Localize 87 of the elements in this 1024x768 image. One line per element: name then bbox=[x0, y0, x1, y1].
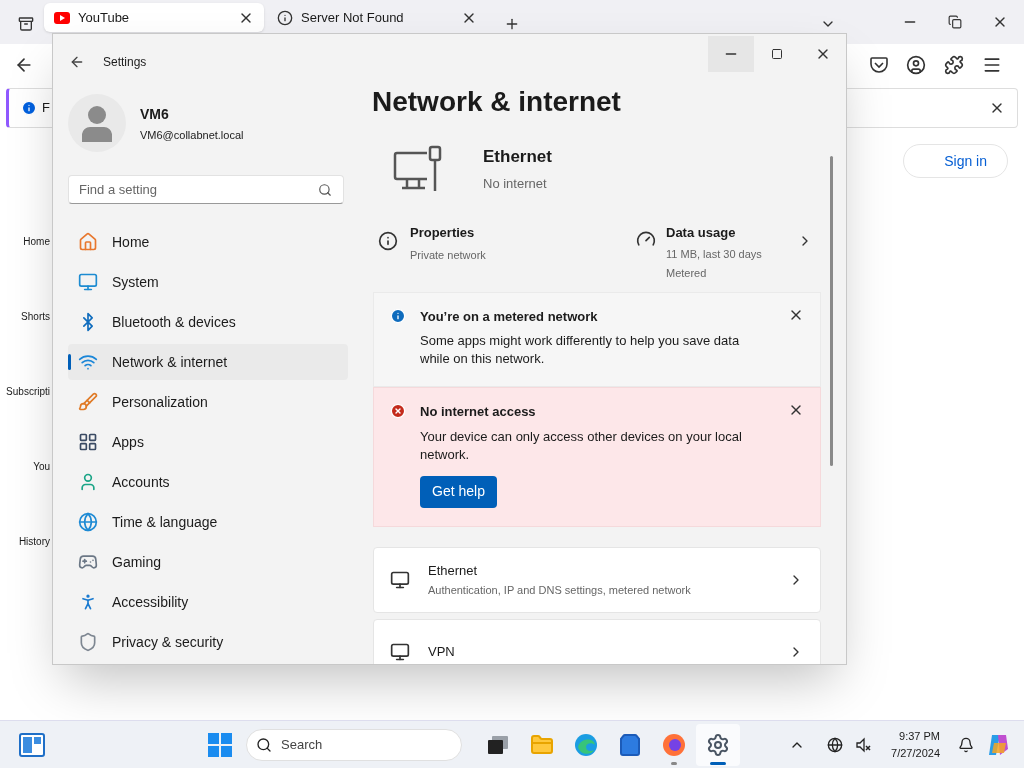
user-email: VM6@collabnet.local bbox=[140, 127, 244, 143]
browser-tab[interactable]: Server Not Found bbox=[267, 3, 487, 32]
settings-search-field[interactable]: Find a setting bbox=[68, 174, 344, 204]
sidebar-label[interactable]: Home bbox=[23, 234, 52, 249]
info-icon bbox=[277, 9, 293, 26]
back-icon[interactable] bbox=[69, 54, 85, 70]
connection-name: Ethernet bbox=[483, 146, 552, 168]
nav-item[interactable]: Accessibility bbox=[68, 584, 348, 620]
notice-title: You’re on a metered network bbox=[420, 307, 599, 326]
sidebar-label[interactable]: History bbox=[18, 534, 52, 549]
nav-item[interactable]: Accounts bbox=[68, 464, 348, 500]
taskbar-search-field[interactable]: Search bbox=[246, 728, 462, 761]
tab-title: YouTube bbox=[78, 8, 131, 27]
info-text: F bbox=[42, 99, 50, 118]
get-help-button[interactable]: Get help bbox=[420, 475, 497, 508]
person-silhouette-icon bbox=[81, 104, 113, 143]
info-icon bbox=[21, 100, 37, 116]
clock-time[interactable]: 9:37 PM bbox=[899, 728, 940, 745]
extensions-icon[interactable] bbox=[944, 55, 964, 75]
search-icon bbox=[256, 736, 272, 753]
clock-date[interactable]: 7/27/2024 bbox=[891, 744, 940, 761]
scrollbar[interactable] bbox=[829, 156, 833, 466]
play-logo-icon bbox=[54, 11, 70, 24]
brush-icon bbox=[78, 392, 98, 412]
nav-item[interactable]: Home bbox=[68, 224, 348, 260]
folder-icon bbox=[530, 732, 554, 757]
house-icon bbox=[78, 232, 98, 252]
widgets-icon[interactable] bbox=[19, 732, 45, 757]
nav-item[interactable]: Bluetooth & devices bbox=[68, 304, 348, 340]
maximize-icon[interactable] bbox=[771, 48, 783, 60]
info-icon bbox=[378, 231, 398, 251]
fox-globe-icon bbox=[662, 732, 686, 757]
sidebar-label[interactable]: Subscripti bbox=[6, 384, 52, 399]
bell-icon[interactable] bbox=[958, 736, 974, 753]
shield-icon bbox=[78, 632, 98, 652]
account-icon[interactable] bbox=[906, 55, 926, 75]
running-indicator bbox=[710, 761, 726, 765]
wifi-icon bbox=[78, 352, 98, 372]
browser-tab[interactable]: YouTube bbox=[44, 3, 264, 32]
running-indicator bbox=[671, 761, 677, 765]
task-view-icon bbox=[488, 735, 508, 754]
tab-list-icon[interactable] bbox=[18, 16, 34, 32]
nav-item[interactable]: Gaming bbox=[68, 544, 348, 580]
notice-text: Your device can only access other devices on your local network. bbox=[420, 427, 743, 464]
connection-status: No internet bbox=[483, 174, 548, 193]
data-usage-link[interactable]: Data usage 11 MB, last 30 days Metered bbox=[636, 223, 821, 282]
monitor-icon bbox=[78, 272, 98, 292]
nav-item[interactable]: Time & language bbox=[68, 504, 348, 540]
tab-title: Server Not Found bbox=[301, 8, 405, 27]
new-tab-icon[interactable] bbox=[504, 16, 520, 32]
colorful-assistant-icon[interactable] bbox=[986, 732, 1010, 757]
settings-card[interactable]: Ethernet Authentication, IP and DNS settings, metered network bbox=[373, 546, 821, 613]
restore-icon[interactable] bbox=[948, 15, 962, 29]
info-icon bbox=[390, 307, 406, 324]
properties-link[interactable]: Properties Private network bbox=[378, 223, 636, 263]
start-icon[interactable] bbox=[208, 732, 232, 757]
sidebar-label[interactable]: Shorts bbox=[21, 309, 52, 324]
nav-item[interactable]: Apps bbox=[68, 424, 348, 460]
gear-icon bbox=[706, 732, 730, 757]
pocket-icon[interactable] bbox=[870, 57, 888, 73]
nav-item[interactable]: Network & internet bbox=[68, 344, 348, 380]
nav-item[interactable]: Privacy & security bbox=[68, 624, 348, 660]
search-icon bbox=[318, 182, 332, 197]
selection-indicator bbox=[68, 354, 71, 370]
desktop-computer-icon bbox=[393, 144, 443, 193]
sidebar-label[interactable]: You bbox=[33, 459, 52, 474]
user-name: VM6 bbox=[140, 104, 170, 124]
monitor-icon bbox=[390, 641, 410, 662]
gauge-icon bbox=[636, 229, 656, 249]
person-icon bbox=[78, 472, 98, 492]
nav-item[interactable]: Personalization bbox=[68, 384, 348, 420]
notice-text: Some apps might work differently to help you save data while on this network. bbox=[420, 332, 741, 368]
globe-icon bbox=[78, 512, 98, 532]
muted-speaker-icon[interactable] bbox=[855, 736, 872, 753]
settings-card[interactable]: VPN bbox=[373, 618, 821, 664]
apps-icon bbox=[78, 432, 98, 452]
network-globe-icon[interactable] bbox=[827, 736, 844, 753]
monitor-icon bbox=[390, 569, 410, 590]
menu-icon[interactable] bbox=[982, 55, 1002, 75]
page-title: Network & internet bbox=[372, 85, 622, 119]
nav-item[interactable]: System bbox=[68, 264, 348, 300]
notice-title: No internet access bbox=[420, 403, 537, 421]
taskbar-app[interactable] bbox=[696, 723, 740, 766]
window-title: Settings bbox=[103, 54, 147, 71]
error-icon bbox=[390, 403, 406, 419]
browser-swirl-icon bbox=[574, 732, 598, 757]
gamepad-icon bbox=[78, 552, 98, 572]
